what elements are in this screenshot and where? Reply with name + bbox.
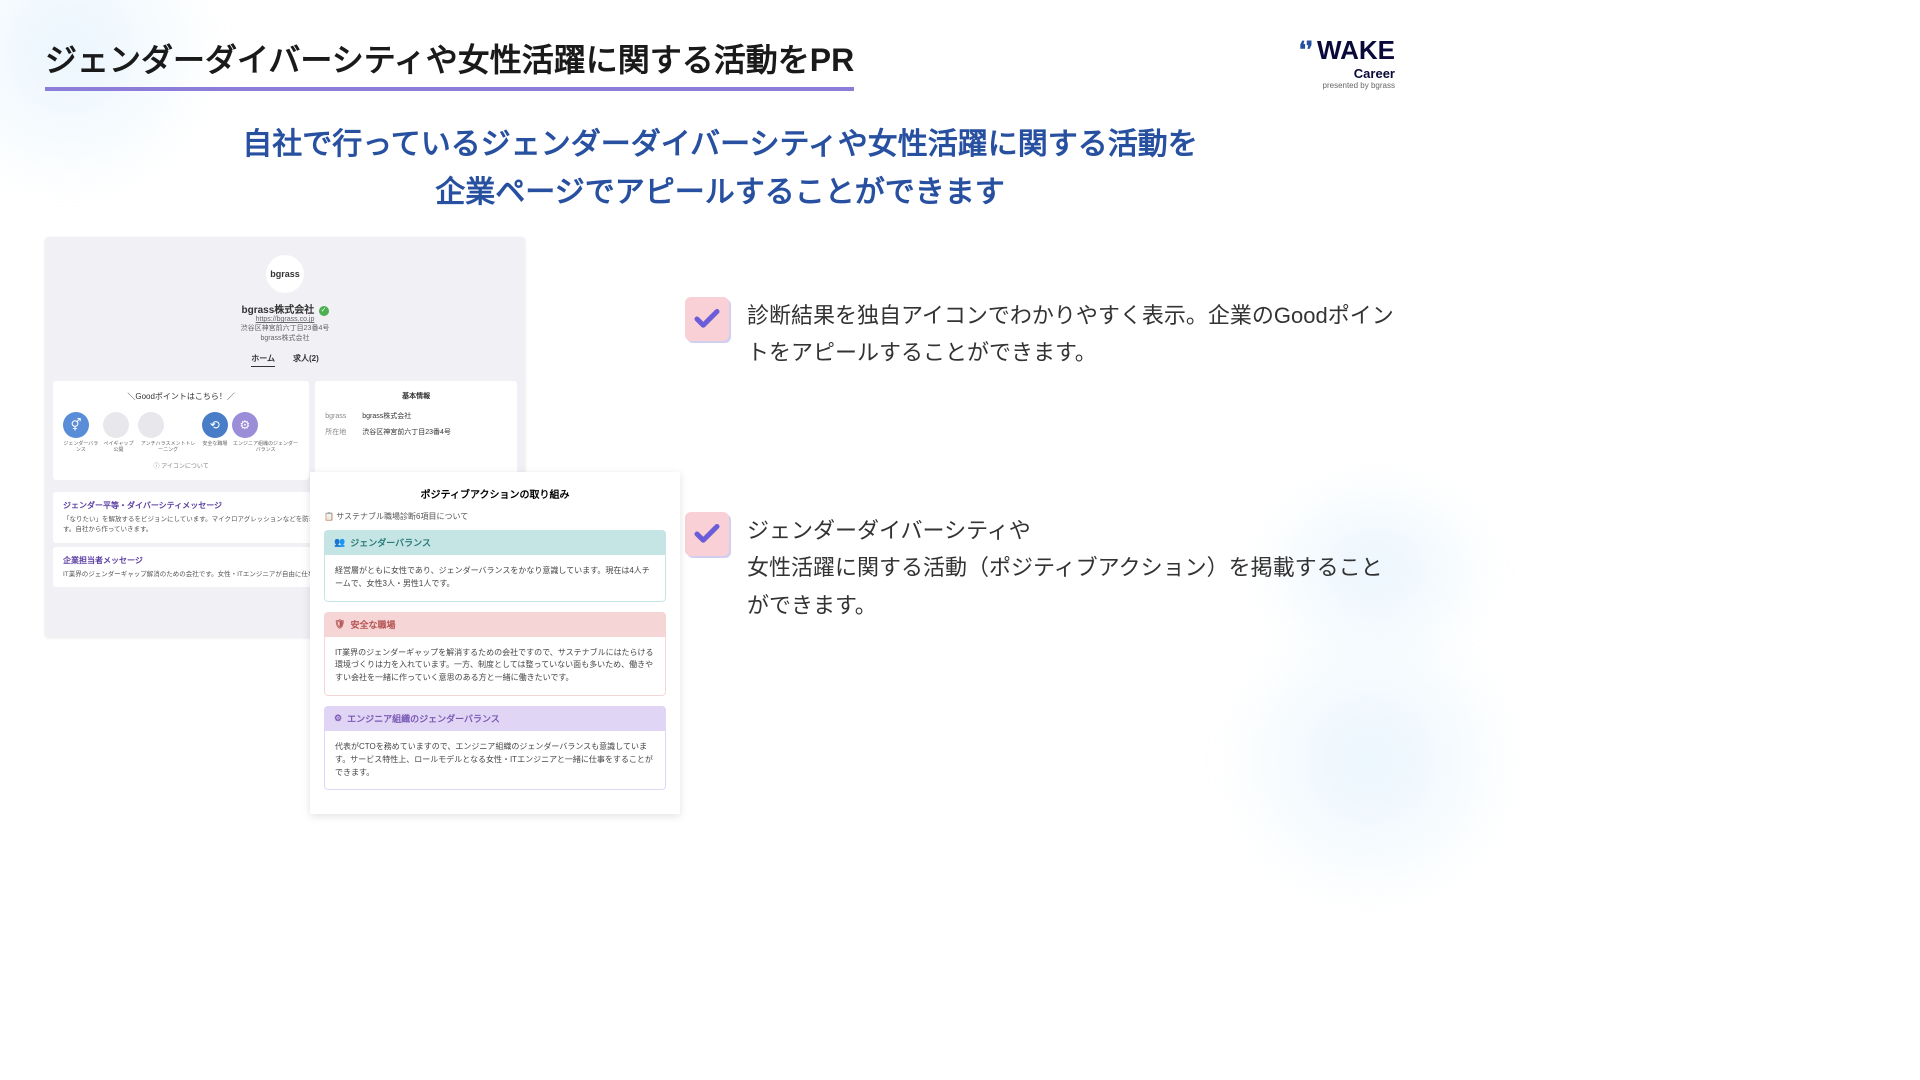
page-title: ジェンダーダイバーシティや女性活躍に関する活動をPR [45,35,854,91]
logo-subtext: Career [1299,66,1395,81]
logo-presented: presented by bgrass [1299,81,1395,90]
balance-icon: ⚥ [63,412,89,438]
people-icon: 👥 [334,537,345,548]
header: ジェンダーダイバーシティや女性活躍に関する活動をPR ❛❜ WAKE Caree… [45,35,1395,91]
company-address2: bgrass株式会社 [45,333,525,343]
tab-jobs: 求人(2) [293,353,319,367]
shield-icon: 🛡 [334,619,345,630]
company-logo: bgrass [266,255,304,293]
subtitle-line: 企業ページでアピールすることができます [435,176,1004,209]
subtitle-line: 自社で行っているジェンダーダイバーシティや女性活躍に関する活動を [242,128,1198,161]
company-url: https://bgrass.co.jp [45,316,525,323]
action-header: ジェンダーバランス [350,536,431,549]
icon-info-note: ⓘ アイコンについて [63,461,299,470]
verified-icon: ✓ [319,306,329,316]
basic-label: bgrass [325,413,360,420]
icon-label: アンチハラスメントトレーニング [138,441,197,453]
diagnosis-note: 📋 サステナブル職場診断6項目について [324,511,666,522]
paygap-icon [103,412,129,438]
eng-balance-icon: ⚙ [232,412,258,438]
basic-label: 所在地 [325,427,360,437]
icon-label: 安全な職場 [202,441,228,447]
wake-logo: ❛❜ WAKE Career presented by bgrass [1299,35,1395,90]
check-icon [685,512,729,556]
feature-text: ジェンダーダイバーシティや 女性活躍に関する活動（ポジティブアクション）を掲載す… [747,512,1395,624]
action-body: IT業界のジェンダーギャップを解消するための会社ですので、サステナブルにはたらけ… [324,637,666,696]
basic-info-title: 基本情報 [325,391,507,401]
action-body: 代表がCTOを務めていますので、エンジニア組織のジェンダーバランスも意識していま… [324,731,666,790]
basic-value: 渋谷区神宮前六丁目23番4号 [362,429,451,436]
positive-action-title: ポジティブアクションの取り組み [324,486,666,501]
note-text: サステナブル職場診断6項目について [336,512,468,521]
icon-label: ジェンダーバランス [63,441,99,453]
slide: ジェンダーダイバーシティや女性活躍に関する活動をPR ❛❜ WAKE Caree… [0,0,1440,810]
features: 診断結果を独自アイコンでわかりやすく表示。企業のGoodポイントをアピールするこ… [685,237,1395,827]
screenshot-area: bgrass bgrass株式会社 ✓ https://bgrass.co.jp… [45,237,665,827]
tab-home: ホーム [251,353,275,367]
training-icon [138,412,164,438]
info-icon: 📋 [324,512,334,521]
safe-icon: ⟲ [202,412,228,438]
feature-text: 診断結果を独自アイコンでわかりやすく表示。企業のGoodポイントをアピールするこ… [747,297,1395,372]
good-points-title: ＼Goodポイントはこちら！／ [63,391,299,402]
action-header: 安全な職場 [350,618,395,631]
check-icon [685,297,729,341]
action-header: エンジニア組織のジェンダーバランス [347,712,500,725]
code-icon: ⚙ [334,713,342,724]
icon-label: エンジニア組織のジェンダーバランス [232,441,299,453]
icon-label: ペイギャップ公開 [103,441,135,453]
subtitle: 自社で行っているジェンダーダイバーシティや女性活躍に関する活動を 企業ページでア… [45,121,1395,217]
action-body: 経営層がともに女性であり、ジェンダーバランスをかなり意識しています。現在は4人チ… [324,555,666,602]
basic-value: bgrass株式会社 [362,413,411,420]
logo-text: WAKE [1317,35,1395,66]
mock-positive-action: ポジティブアクションの取り組み 📋 サステナブル職場診断6項目について 👥 ジェン… [310,472,680,814]
company-name: bgrass株式会社 [241,305,314,316]
company-address: 渋谷区神宮前六丁目23番4号 [45,323,525,333]
logo-dot-icon: ❛❜ [1299,37,1313,63]
